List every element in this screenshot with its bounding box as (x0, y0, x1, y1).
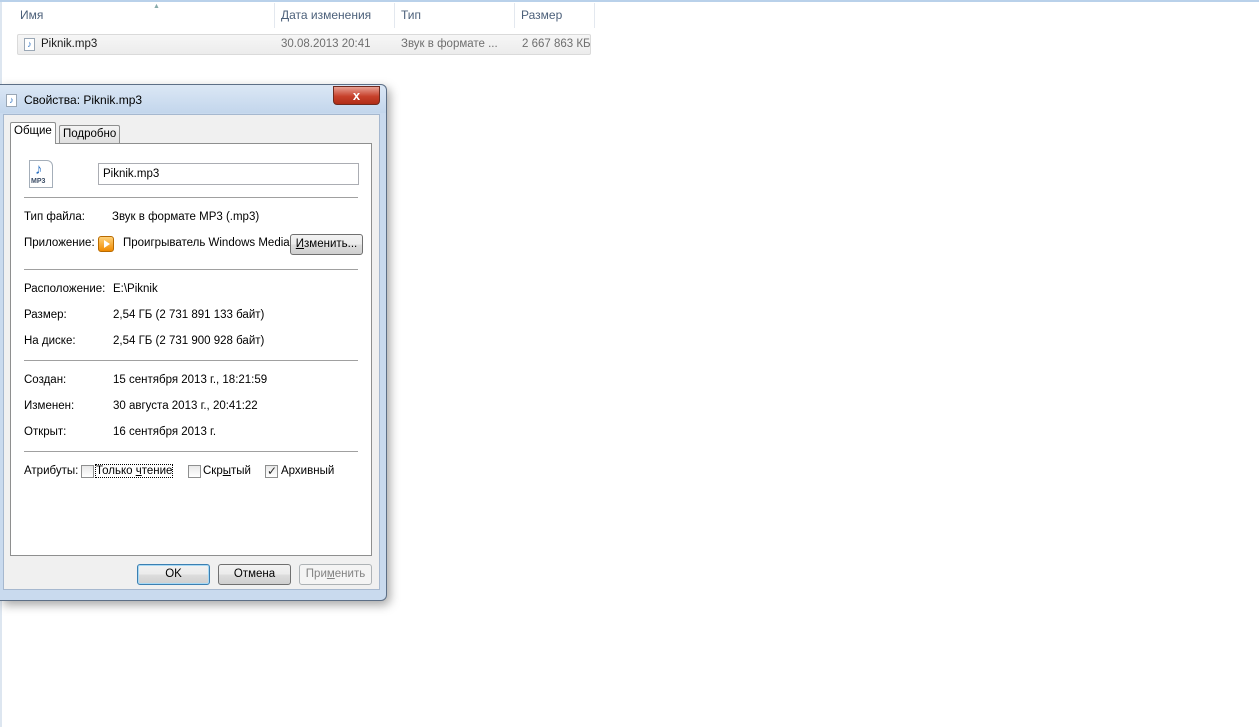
window-top-border (0, 0, 1259, 2)
file-row-modified: 30.08.2013 20:41 (281, 38, 371, 50)
hidden-checkbox[interactable] (188, 465, 201, 478)
tab-general-label: Общие (14, 125, 52, 137)
hidden-label-accelerator: ы (222, 465, 231, 477)
cancel-button[interactable]: Отмена (218, 564, 291, 585)
close-icon: x (352, 88, 361, 103)
apply-button-text-end: енить (334, 568, 366, 580)
column-header-type-label: Тип (401, 8, 422, 22)
ok-button[interactable]: OK (137, 564, 210, 585)
readonly-label-end: тение (141, 465, 173, 477)
opened-value: 16 сентября 2013 г. (113, 426, 217, 438)
readonly-checkbox[interactable] (81, 465, 94, 478)
sort-ascending-icon: ▲ (153, 3, 160, 10)
dialog-title: Свойства: Piknik.mp3 (24, 93, 143, 107)
apply-button[interactable]: Применить (299, 564, 372, 585)
windows-media-player-icon (98, 236, 114, 252)
file-row[interactable]: ♪ Piknik.mp3 30.08.2013 20:41 Звук в фор… (17, 34, 591, 55)
separator (24, 197, 358, 198)
created-label: Создан: (24, 374, 67, 386)
disk-size-label: На диске: (24, 335, 76, 347)
column-header-type[interactable]: Тип (395, 3, 515, 28)
app-label: Приложение: (24, 237, 95, 249)
readonly-label-start: Только (96, 465, 136, 477)
created-value: 15 сентября 2013 г., 18:21:59 (113, 374, 268, 386)
file-row-type: Звук в формате ... (401, 38, 498, 50)
separator (24, 451, 358, 452)
app-value: Проигрыватель Windows Media (123, 237, 290, 249)
hidden-label-end: тый (231, 465, 251, 477)
column-header-name-label: Имя (20, 8, 44, 22)
column-header-size[interactable]: Размер (515, 3, 595, 28)
column-header-name[interactable]: Имя ▲ (14, 3, 275, 28)
apply-button-accelerator: м (326, 568, 335, 580)
readonly-label[interactable]: Только чтение (94, 464, 174, 478)
hidden-label[interactable]: Скрытый (203, 465, 251, 477)
change-button-accelerator: И (295, 238, 305, 250)
column-header-date[interactable]: Дата изменения (275, 3, 395, 28)
file-type-label: Тип файла: (24, 211, 85, 223)
file-type-value: Звук в формате MP3 (.mp3) (112, 211, 260, 223)
apply-button-text-start: При (305, 568, 327, 580)
location-label: Расположение: (24, 283, 106, 295)
music-file-icon: ♪ (24, 38, 35, 51)
separator (24, 269, 358, 270)
file-name-input[interactable] (98, 163, 359, 185)
file-row-name: Piknik.mp3 (41, 38, 98, 50)
music-file-icon: ♪ (6, 94, 17, 107)
tab-details-label: Подробно (63, 128, 117, 140)
change-button-text-end: зменить... (304, 238, 358, 250)
disk-size-value: 2,54 ГБ (2 731 900 928 байт) (113, 335, 265, 347)
modified-label: Изменен: (24, 400, 75, 412)
location-value: E:\Piknik (113, 283, 158, 295)
tab-details[interactable]: Подробно (59, 125, 121, 144)
size-label: Размер: (24, 309, 67, 321)
tab-general[interactable]: Общие (10, 122, 56, 144)
file-row-size: 2 667 863 КБ (522, 38, 591, 50)
general-tab-panel: ♪ MP3 Тип файла: Звук в формате MP3 (.mp… (10, 143, 372, 556)
properties-dialog: ♪ Свойства: Piknik.mp3 x Общие Подробно … (0, 84, 387, 601)
archive-checkbox[interactable]: ✓ (265, 464, 278, 478)
separator (24, 360, 358, 361)
close-button[interactable]: x (333, 86, 380, 105)
change-app-button[interactable]: Изменить... (290, 234, 363, 255)
mp3-file-icon-label: MP3 (31, 178, 46, 185)
modified-value: 30 августа 2013 г., 20:41:22 (113, 400, 258, 412)
archive-check-mark: ✓ (267, 464, 278, 478)
hidden-label-start: Скр (203, 465, 223, 477)
archive-label[interactable]: Архивный (281, 465, 334, 477)
size-value: 2,54 ГБ (2 731 891 133 байт) (113, 309, 265, 321)
mp3-file-icon: ♪ MP3 (29, 160, 53, 188)
opened-label: Открыт: (24, 426, 67, 438)
column-header-date-label: Дата изменения (281, 8, 372, 22)
attributes-label: Атрибуты: (24, 465, 79, 477)
dialog-client-area: Общие Подробно ♪ MP3 Тип файла: Звук в ф… (3, 114, 380, 590)
column-header-size-label: Размер (521, 8, 563, 22)
dialog-titlebar[interactable]: ♪ Свойства: Piknik.mp3 (0, 85, 386, 113)
